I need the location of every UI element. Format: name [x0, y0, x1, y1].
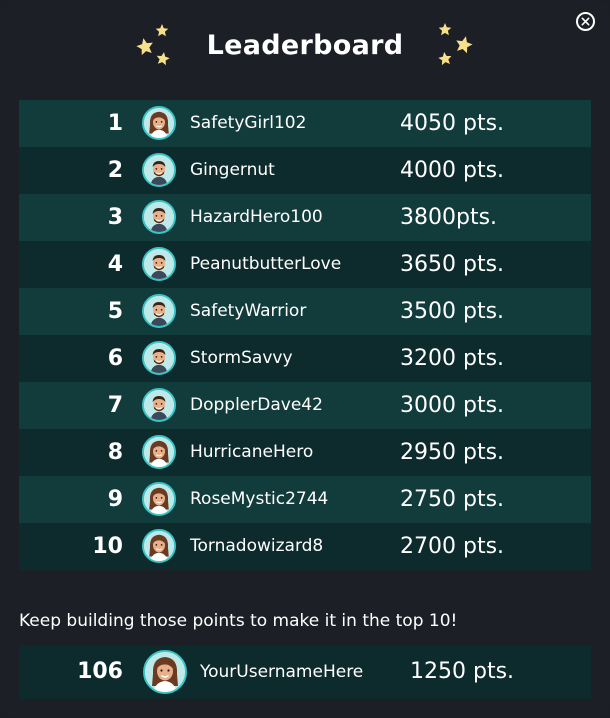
- male-avatar-icon: [142, 153, 176, 187]
- leaderboard-row: 2 Gingernut 4000 pts.: [19, 147, 591, 194]
- header: Leaderboard: [0, 22, 610, 74]
- leaderboard-panel: Leaderboard 1 SafetyGirl102 4050 pts. 2 Ging…: [0, 0, 610, 718]
- rank-number: 5: [107, 299, 123, 324]
- points: 2750 pts.: [400, 487, 505, 512]
- stars-right-icon: [438, 23, 473, 66]
- points: 2700 pts.: [400, 534, 505, 559]
- leaderboard-row: 5 SafetyWarrior 3500 pts.: [19, 288, 591, 335]
- username: HazardHero100: [190, 207, 323, 227]
- points: 3500 pts.: [400, 299, 505, 324]
- rank-number: 3: [107, 205, 123, 230]
- points: 4000 pts.: [400, 158, 505, 183]
- points: 3650 pts.: [400, 252, 505, 277]
- points: 3200 pts.: [400, 346, 505, 371]
- username: SafetyWarrior: [190, 301, 307, 321]
- username: HurricaneHero: [190, 442, 314, 462]
- male-avatar-icon: [142, 247, 176, 281]
- points: 3800pts.: [400, 205, 498, 230]
- username: Tornadowizard8: [190, 536, 324, 556]
- current-user-row: 106 YourUsernameHere 1250 pts.: [19, 645, 591, 699]
- female-avatar-icon: [142, 529, 176, 563]
- leaderboard-row: 9 RoseMystic2744 2750 pts.: [19, 476, 591, 523]
- rank-number: 4: [107, 252, 123, 277]
- points: 3000 pts.: [400, 393, 505, 418]
- rank-number: 2: [107, 158, 123, 183]
- current-user-points: 1250 pts.: [410, 659, 515, 684]
- page-title: Leaderboard: [206, 30, 404, 61]
- female-avatar-icon: [142, 435, 176, 469]
- leaderboard-row: 6 StormSavvy 3200 pts.: [19, 335, 591, 382]
- username: RoseMystic2744: [190, 489, 329, 509]
- leaderboard-row: 8 HurricaneHero 2950 pts.: [19, 429, 591, 476]
- rank-number: 10: [92, 534, 123, 559]
- leaderboard-row: 7 DopplerDave42 3000 pts.: [19, 382, 591, 429]
- rank-number: 9: [107, 487, 123, 512]
- leaderboard-row: 1 SafetyGirl102 4050 pts.: [19, 100, 591, 147]
- username: PeanutbutterLove: [190, 254, 342, 274]
- leaderboard-row: 3 HazardHero100 3800pts.: [19, 194, 591, 241]
- username: SafetyGirl102: [190, 113, 307, 133]
- points: 2950 pts.: [400, 440, 505, 465]
- username: Gingernut: [190, 160, 275, 180]
- male-avatar-icon: [142, 294, 176, 328]
- female-avatar-icon: [142, 482, 176, 516]
- username: DopplerDave42: [190, 395, 323, 415]
- encouragement-message: Keep building those points to make it in…: [19, 611, 458, 631]
- rank-number: 1: [107, 111, 123, 136]
- female-avatar-icon: [142, 106, 176, 140]
- male-avatar-icon: [142, 200, 176, 234]
- current-user-rank: 106: [77, 659, 123, 684]
- username: StormSavvy: [190, 348, 293, 368]
- points: 4050 pts.: [400, 111, 505, 136]
- rank-number: 6: [107, 346, 123, 371]
- rank-number: 8: [107, 440, 123, 465]
- rank-number: 7: [107, 393, 123, 418]
- leaderboard-list: 1 SafetyGirl102 4050 pts. 2 Gingernut 4000 pt…: [19, 100, 591, 570]
- leaderboard-row: 4 PeanutbutterLove 3650 pts.: [19, 241, 591, 288]
- male-avatar-icon: [142, 388, 176, 422]
- current-user-username: YourUsernameHere: [200, 662, 364, 682]
- leaderboard-row: 10 Tornadowizard8 2700 pts.: [19, 523, 591, 570]
- female-avatar-icon: [143, 650, 187, 694]
- male-avatar-icon: [142, 341, 176, 375]
